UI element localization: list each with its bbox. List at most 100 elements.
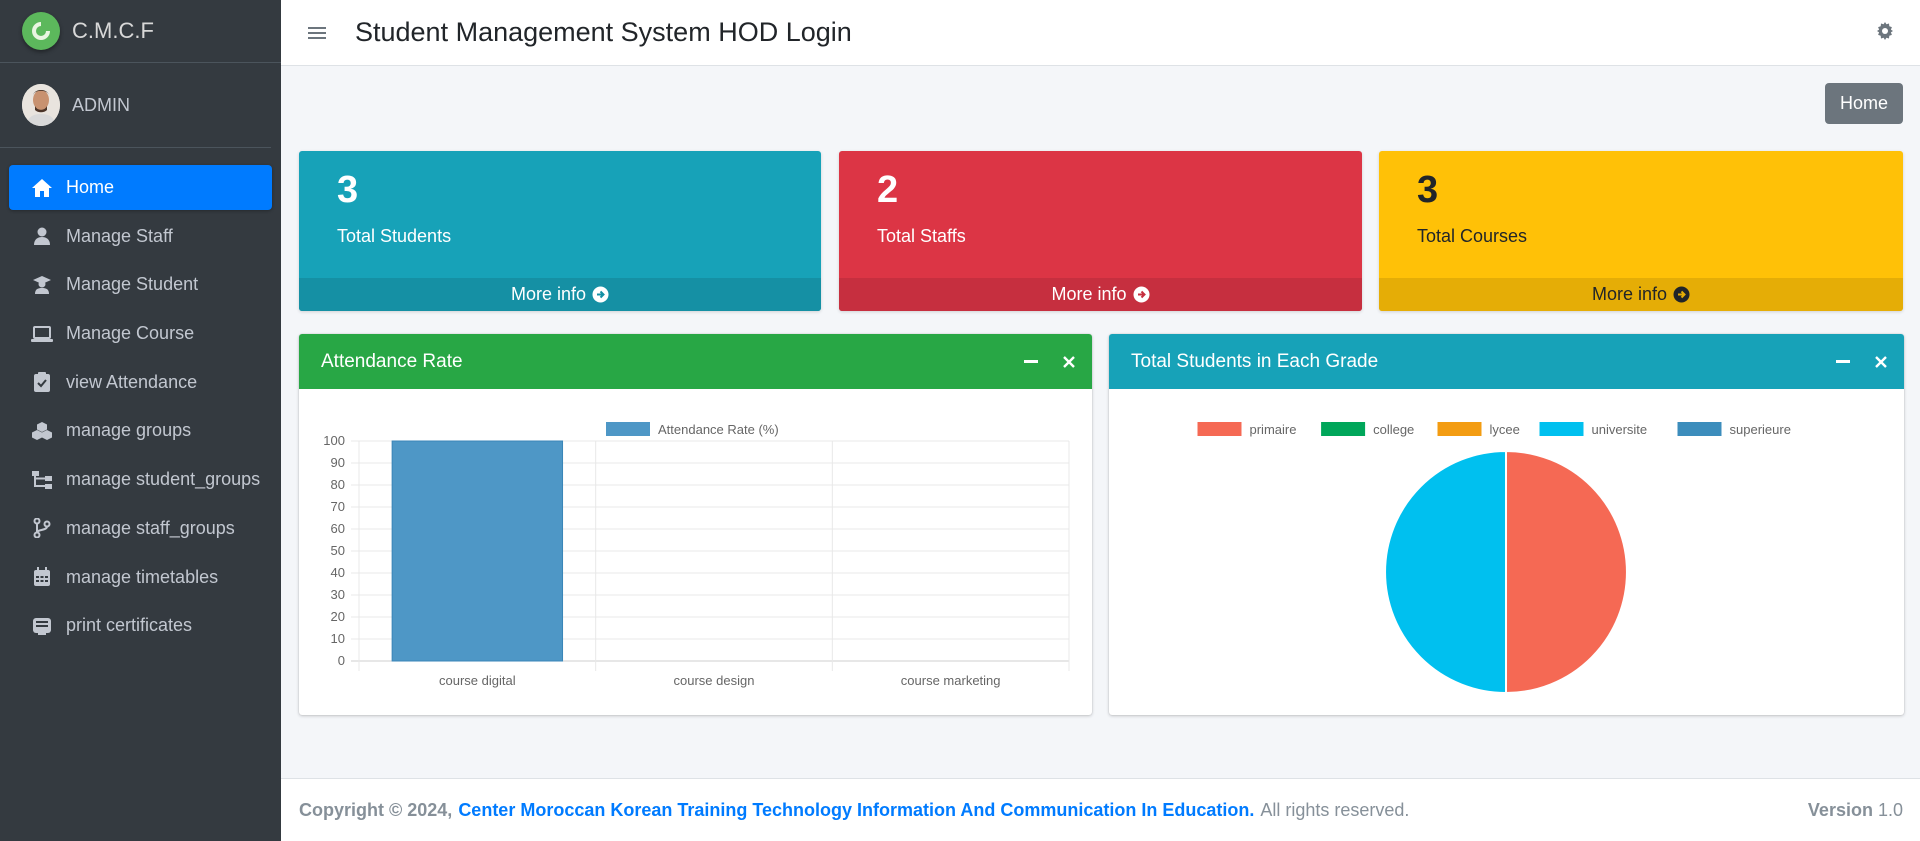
chart-legend: Attendance Rate (%) — [606, 422, 779, 437]
grades-card: Total Students in Each Grade primaire col… — [1109, 334, 1904, 715]
pie-slice — [1505, 449, 1628, 695]
card-header: Total Students in Each Grade — [1109, 334, 1904, 389]
more-info-link[interactable]: More info — [299, 278, 821, 311]
footer-org-link[interactable]: Center Moroccan Korean Training Technolo… — [458, 800, 1254, 821]
y-tick-label: 10 — [331, 631, 345, 646]
sidebar-item-print-certificates[interactable]: print certificates — [9, 603, 272, 648]
sidebar-item-label: manage timetables — [66, 566, 219, 587]
arrow-circle-right-icon — [1133, 286, 1150, 303]
x-tick-label: course design — [674, 673, 755, 688]
more-info-link[interactable]: More info — [1379, 278, 1903, 311]
calendar-icon — [30, 566, 54, 588]
stat-label: Total Students — [337, 226, 452, 246]
legend-item: superieure — [1677, 422, 1791, 437]
home-icon — [30, 177, 54, 199]
legend-label: Attendance Rate (%) — [658, 422, 779, 437]
more-info-label: More info — [1051, 284, 1127, 304]
sidebar-item-manage-groups[interactable]: manage groups — [9, 408, 272, 453]
legend-item: college — [1321, 422, 1414, 437]
sidebar-item-manage-staff-groups[interactable]: manage staff_groups — [9, 506, 272, 551]
sidebar-item-label: Manage Course — [66, 323, 195, 344]
close-icon[interactable] — [1058, 353, 1080, 371]
legend-swatch — [1677, 422, 1722, 436]
x-tick-label: course digital — [439, 673, 516, 688]
card-header: Attendance Rate — [299, 334, 1092, 389]
collapse-minus-icon[interactable] — [1832, 353, 1854, 371]
card-tools — [1020, 353, 1080, 371]
arrow-circle-right-icon — [1673, 286, 1690, 303]
grades-pie-chart: primaire college lycee universite superieure — [1197, 422, 1791, 695]
page-title: Student Management System HOD Login — [355, 17, 852, 47]
x-tick-label: course marketing — [901, 673, 1001, 688]
stat-value: 3 — [1417, 169, 1439, 211]
stat-box-courses: 3 Total Courses More info — [1379, 151, 1903, 311]
menu-toggle-icon[interactable] — [308, 25, 326, 41]
footer-copyright: Copyright © 2024, — [299, 799, 453, 820]
brand-name: C.M.C.F — [72, 18, 154, 43]
user-name: ADMIN — [72, 94, 130, 115]
y-tick-label: 100 — [323, 433, 345, 448]
sidebar-item-label: Manage Student — [66, 274, 199, 295]
top-navbar: Student Management System HOD Login — [281, 0, 1920, 66]
brand-link[interactable]: C.M.C.F — [0, 0, 281, 63]
version-number: 1.0 — [1877, 799, 1903, 820]
stat-value: 2 — [877, 169, 899, 211]
user-panel[interactable]: ADMIN — [0, 63, 271, 148]
card-title: Total Students in Each Grade — [1131, 350, 1379, 372]
sidebar-item-label: print certificates — [66, 615, 193, 636]
legend-swatch — [1321, 422, 1366, 436]
more-info-link[interactable]: More info — [839, 278, 1362, 311]
legend-label: universite — [1592, 422, 1648, 437]
stat-label: Total Courses — [1417, 226, 1528, 246]
legend-item: lycee — [1437, 422, 1520, 437]
certificate-icon — [30, 615, 54, 637]
sidebar-item-manage-staff[interactable]: Manage Staff — [9, 214, 272, 259]
bar — [391, 440, 564, 662]
laptop-icon — [30, 323, 54, 345]
legend-swatch — [1437, 422, 1482, 436]
sidebar-item-manage-student-groups[interactable]: manage student_groups — [9, 457, 272, 502]
y-tick-label: 70 — [331, 499, 345, 514]
sidebar-item-manage-student[interactable]: Manage Student — [9, 262, 272, 307]
stat-box-staffs: 2 Total Staffs More info — [839, 151, 1362, 311]
y-tick-label: 80 — [331, 477, 345, 492]
sidebar-item-label: manage groups — [66, 420, 192, 441]
legend-label: lycee — [1490, 422, 1520, 437]
legend-label: college — [1373, 422, 1414, 437]
breadcrumb-home-button[interactable]: Home — [1825, 83, 1903, 124]
stat-box-students: 3 Total Students More info — [299, 151, 821, 311]
gear-icon[interactable] — [1876, 22, 1894, 45]
avatar — [22, 84, 60, 126]
y-tick-label: 30 — [331, 587, 345, 602]
sidebar-item-label: Home — [66, 177, 115, 197]
y-tick-label: 40 — [331, 565, 345, 580]
attendance-bar-chart: Attendance Rate (%) 0 10 20 30 40 50 60 70 80 90 10… — [323, 422, 1070, 688]
cubes-icon — [30, 420, 54, 442]
footer-version: Version 1.0 — [1808, 800, 1903, 821]
sidebar-item-manage-course[interactable]: Manage Course — [9, 311, 272, 356]
card-tools — [1832, 353, 1892, 371]
y-tick-label: 20 — [331, 609, 345, 624]
legend-label: primaire — [1250, 422, 1297, 437]
graduate-icon — [30, 274, 54, 296]
sidebar-nav: Home Manage Staff Manage Student Manage … — [0, 165, 281, 648]
legend-swatch — [1539, 422, 1584, 436]
collapse-minus-icon[interactable] — [1020, 353, 1042, 371]
sidebar-item-label: manage staff_groups — [66, 517, 235, 538]
clipboard-check-icon — [30, 371, 54, 393]
legend-item: universite — [1539, 422, 1648, 437]
more-info-label: More info — [510, 284, 587, 304]
close-icon[interactable] — [1870, 353, 1892, 371]
y-tick-label: 90 — [331, 455, 345, 470]
sidebar-item-home[interactable]: Home — [9, 165, 272, 210]
sidebar-item-view-attendance[interactable]: view Attendance — [9, 360, 272, 405]
sidebar-item-manage-timetables[interactable]: manage timetables — [9, 555, 272, 600]
user-icon — [30, 225, 54, 247]
code-branch-icon — [30, 517, 54, 539]
legend-swatch — [1197, 422, 1242, 436]
stat-label: Total Staffs — [877, 226, 966, 246]
y-tick-label: 0 — [338, 653, 345, 668]
legend-item: primaire — [1197, 422, 1297, 437]
y-tick-label: 50 — [331, 543, 345, 558]
sidebar: C.M.C.F ADMIN Home Manage Staff Manage S… — [0, 0, 281, 841]
